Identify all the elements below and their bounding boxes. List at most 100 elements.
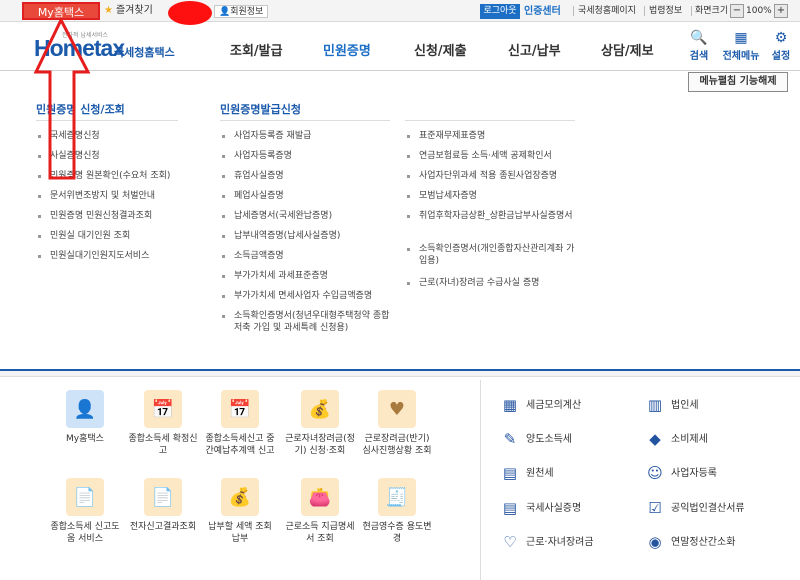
quick-tile-label: 근로소득 지급명세서 조회 bbox=[285, 522, 355, 544]
document-icon: 📄 bbox=[66, 478, 104, 516]
quick-tile[interactable]: 💰 납부할 세액 조회납부 bbox=[205, 478, 275, 545]
law-info-link[interactable]: 법령정보 bbox=[649, 4, 682, 19]
shortcut-link[interactable]: ▦ 세금모의계산 bbox=[500, 394, 581, 416]
header-divider bbox=[0, 70, 800, 71]
shortcut-link[interactable]: ▤ 원천세 bbox=[500, 462, 554, 484]
separator bbox=[573, 6, 574, 16]
menu-item[interactable]: 취업후학자금상환_상환금납부사실증명서 bbox=[405, 210, 580, 222]
building-icon: ▥ bbox=[647, 396, 663, 414]
column-title-apply-inquiry[interactable]: 민원증명 신청/조회 bbox=[36, 101, 125, 117]
column-divider bbox=[36, 120, 178, 121]
person-icon: 👤 bbox=[66, 390, 104, 428]
main-header: 전자적 납세서비스 Hometax 국세청홈택스 조회/발급 민원증명 신청/제… bbox=[0, 23, 800, 69]
menu-item[interactable]: 문서위변조방지 및 처벌안내 bbox=[36, 190, 206, 202]
menu-item[interactable]: 사업자등록증명 bbox=[220, 150, 390, 162]
cert-center-link[interactable]: 인증센터 bbox=[524, 4, 561, 19]
user-info-button[interactable]: 👤회원정보 bbox=[214, 5, 269, 18]
shortcut-label: 국세사실증명 bbox=[526, 503, 582, 514]
nav-inquiry-issue[interactable]: 조회/발급 bbox=[230, 40, 283, 59]
quick-tile[interactable]: 👤 My홈택스 bbox=[50, 390, 120, 445]
my-hometax-button[interactable]: My홈택스 bbox=[22, 2, 100, 20]
grid-menu-icon: ▦ bbox=[734, 30, 748, 46]
quick-tile[interactable]: 📄 종합소득세 신고도움 서비스 bbox=[50, 478, 120, 545]
menu-item[interactable]: 부가가치세 면세사업자 수입금액증명 bbox=[220, 290, 390, 302]
quick-tile[interactable]: 📅 종합소득세 확정신고 bbox=[128, 390, 198, 457]
logout-button[interactable]: 로그아웃 bbox=[480, 4, 520, 19]
separator bbox=[691, 6, 692, 16]
menu-item[interactable]: 소득확인증명서(개인종합자산관리계좌 가입용) bbox=[405, 243, 580, 267]
menu-item[interactable]: 모범납세자증명 bbox=[405, 190, 580, 202]
menu-item[interactable]: 사업자등록증 재발급 bbox=[220, 130, 390, 142]
menu-item[interactable]: 근로(자녀)장려금 수급사실 증명 bbox=[405, 277, 580, 289]
diamond-icon: ◆ bbox=[649, 430, 661, 448]
zoom-in-button[interactable]: + bbox=[774, 4, 788, 18]
settings-label: 설정 bbox=[771, 51, 791, 62]
quick-tile-label: 종합소득세 확정신고 bbox=[128, 434, 198, 456]
person-icon: ☺ bbox=[647, 464, 663, 482]
menu-item[interactable]: 사실증명신청 bbox=[36, 150, 206, 162]
favorites-link[interactable]: ★ 즐겨찾기 bbox=[104, 3, 153, 19]
shortcut-label: 양도소득세 bbox=[526, 434, 572, 445]
menu-item[interactable]: 민원증명 민원신청결과조회 bbox=[36, 210, 206, 222]
hand-coin-icon: ◉ bbox=[648, 533, 662, 551]
shortcut-link[interactable]: ◉ 연말정산간소화 bbox=[645, 531, 735, 553]
quick-tile-label: 종합소득세신고 중간예납추계액 신고 bbox=[205, 434, 275, 456]
quick-tile[interactable]: 📅 종합소득세신고 중간예납추계액 신고 bbox=[205, 390, 275, 457]
document-icon: 📄 bbox=[144, 478, 182, 516]
star-icon: ★ bbox=[104, 5, 113, 16]
menu-item[interactable]: 납세증명서(국세완납증명) bbox=[220, 210, 390, 222]
menu-fix-release-button[interactable]: 메뉴펼침 기능해제 bbox=[688, 72, 788, 92]
shortcut-link[interactable]: ☺ 사업자등록 bbox=[645, 462, 717, 484]
menu-item[interactable]: 폐업사실증명 bbox=[220, 190, 390, 202]
settings-button[interactable]: ⚙ 설정 bbox=[763, 31, 799, 62]
document-pen-icon: ✎ bbox=[503, 430, 517, 448]
menu-item[interactable]: 사업자단위과세 적용 종된사업장증명 bbox=[405, 170, 580, 182]
zoom-out-button[interactable]: − bbox=[730, 4, 744, 18]
quick-tile[interactable]: 👛 근로소득 지급명세서 조회 bbox=[285, 478, 355, 545]
document-icon: ▤ bbox=[502, 499, 518, 517]
shortcut-link[interactable]: ☑ 공익법인결산서류 bbox=[645, 497, 744, 519]
coin-bag-icon: 💰 bbox=[221, 478, 259, 516]
menu-item[interactable]: 민원증명 원본확인(수요처 조회) bbox=[36, 170, 206, 182]
file-icon: ▤ bbox=[502, 464, 518, 482]
user-info-label: 회원정보 bbox=[230, 7, 264, 17]
menu-item[interactable]: 부가가치세 과세표준증명 bbox=[220, 270, 390, 282]
shortcut-link[interactable]: ✎ 양도소득세 bbox=[500, 428, 572, 450]
menu-item[interactable]: 소득확인증명서(청년우대형주택청약 종합저축 가입 및 과세특례 신청용) bbox=[220, 310, 390, 334]
shortcut-link[interactable]: ◆ 소비제세 bbox=[645, 428, 708, 450]
search-button[interactable]: 🔍 검색 bbox=[680, 31, 718, 62]
menu-item[interactable]: 납부내역증명(납세사실증명) bbox=[220, 230, 390, 242]
coin-bag-icon: 💰 bbox=[301, 390, 339, 428]
shortcut-link[interactable]: ♡ 근로·자녀장려금 bbox=[500, 531, 593, 553]
menu-item[interactable]: 휴업사실증명 bbox=[220, 170, 390, 182]
shortcut-label: 소비제세 bbox=[671, 434, 708, 445]
menu-item[interactable]: 표준재무제표증명 bbox=[405, 130, 580, 142]
menu-item[interactable]: 소득금액증명 bbox=[220, 250, 390, 262]
quick-tile[interactable]: 🧾 현금영수증 용도변경 bbox=[362, 478, 432, 545]
menu-item[interactable]: 민원실대기인원지도서비스 bbox=[36, 250, 206, 262]
nav-civil-certificates[interactable]: 민원증명 bbox=[323, 40, 371, 59]
heart-hand-icon: ♥ bbox=[378, 390, 416, 428]
separator bbox=[644, 6, 645, 16]
quick-tile[interactable]: 💰 근로자녀장려금(정기) 신청·조회 bbox=[285, 390, 355, 457]
zoom-value: 100% bbox=[746, 6, 772, 16]
column-divider bbox=[220, 120, 390, 121]
menu-item[interactable]: 연금보험료등 소득·세액 공제확인서 bbox=[405, 150, 580, 162]
top-utility-bar: My홈택스 ★ 즐겨찾기 👤회원정보 로그아웃 인증센터 국세청홈페이지 법령정보… bbox=[0, 0, 800, 25]
shortcut-link[interactable]: ▤ 국세사실증명 bbox=[500, 497, 581, 519]
menu-item[interactable]: 국세증명신청 bbox=[36, 130, 206, 142]
column-divider bbox=[405, 120, 575, 121]
shortcut-link[interactable]: ▥ 법인세 bbox=[645, 394, 699, 416]
quick-tile[interactable]: ♥ 근로장려금(반기) 심사진행상황 조회 bbox=[362, 390, 432, 457]
quick-tile[interactable]: 📄 전자신고결과조회 bbox=[128, 478, 198, 533]
column-title-issue-apply[interactable]: 민원증명발급신청 bbox=[220, 101, 301, 117]
nav-consult-report[interactable]: 상담/제보 bbox=[601, 40, 654, 59]
nav-apply-submit[interactable]: 신청/제출 bbox=[414, 40, 467, 59]
all-menu-button[interactable]: ▦ 전체메뉴 bbox=[719, 31, 763, 62]
nav-report-pay[interactable]: 신고/납부 bbox=[508, 40, 561, 59]
nts-home-link[interactable]: 국세청홈페이지 bbox=[578, 4, 636, 19]
menu-item[interactable]: 민원실 대기인원 조회 bbox=[36, 230, 206, 242]
hometax-logo[interactable]: 전자적 납세서비스 Hometax 국세청홈택스 bbox=[34, 29, 184, 65]
quick-tile-label: My홈택스 bbox=[66, 434, 104, 444]
receipt-icon: 🧾 bbox=[378, 478, 416, 516]
